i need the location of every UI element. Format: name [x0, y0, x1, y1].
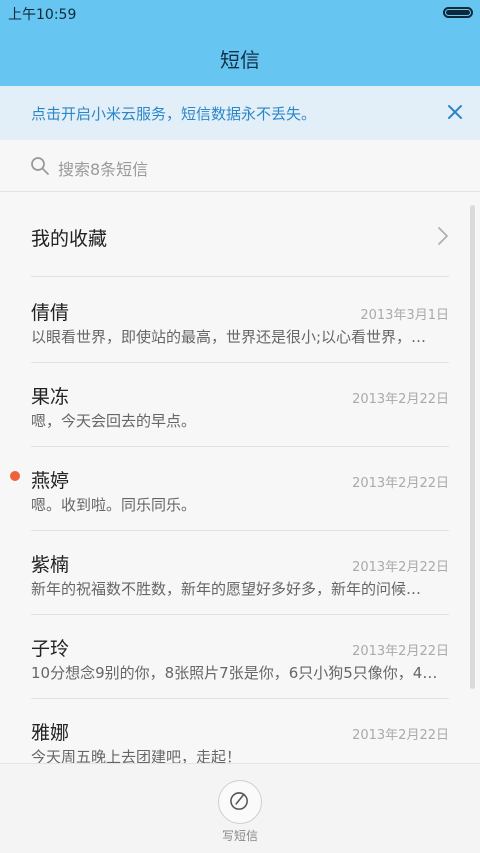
top-bar: 上午10:59 短信: [0, 0, 480, 86]
page-title: 短信: [220, 48, 260, 72]
search-input[interactable]: 搜索8条短信: [58, 156, 148, 180]
battery-icon: [443, 7, 473, 18]
compose-label: 写短信: [221, 829, 258, 843]
banner-text: 点击开启小米云服务，短信数据永不丢失。: [31, 105, 317, 123]
message-preview: 嗯。收到啦。同乐同乐。: [31, 496, 197, 514]
contact-name: 倩倩: [31, 302, 70, 324]
contact-name: 雅娜: [31, 722, 70, 744]
message-date: 2013年2月22日: [352, 476, 449, 491]
compose-button[interactable]: [218, 780, 262, 824]
search-bar[interactable]: 搜索8条短信: [0, 140, 480, 192]
search-icon: [31, 157, 49, 175]
message-date: 2013年3月1日: [360, 308, 449, 323]
message-date: 2013年2月22日: [352, 728, 449, 743]
unread-dot: [10, 471, 20, 481]
message-preview: 10分想念9别的你，8张照片7张是你，6只小狗5只像你，4…: [31, 664, 438, 682]
contact-name: 果冻: [31, 386, 70, 408]
message-row[interactable]: 倩倩 2013年3月1日以眼看世界，即使站的最高，世界还是很小;以心看世界，…: [31, 278, 449, 363]
bottom-bar: 写短信: [0, 763, 480, 853]
message-date: 2013年2月22日: [352, 392, 449, 407]
close-icon[interactable]: [446, 103, 464, 121]
message-preview: 新年的祝福数不胜数，新年的愿望好多好多，新年的问候…: [31, 580, 422, 598]
message-date: 2013年2月22日: [352, 560, 449, 575]
chevron-right-icon: [438, 227, 448, 245]
message-row[interactable]: 子玲 2013年2月22日 10分想念9别的你，8张照片7张是你，6只小狗5只像你，…: [31, 614, 449, 699]
favorites-label: 我的收藏: [31, 228, 108, 250]
message-preview: 以眼看世界，即使站的最高，世界还是很小;以心看世界，…: [31, 328, 427, 346]
status-time: 上午10:59: [8, 7, 77, 23]
contact-name: 燕婷: [31, 470, 70, 492]
message-row[interactable]: 果冻 2013年2月22日嗯，今天会回去的早点。: [31, 362, 449, 447]
contact-name: 紫楠: [31, 554, 70, 576]
favorites-item[interactable]: 我的收藏: [31, 198, 449, 277]
message-preview: 嗯，今天会回去的早点。: [31, 412, 197, 430]
cloud-service-banner[interactable]: 点击开启小米云服务，短信数据永不丢失。: [0, 86, 480, 140]
message-date: 2013年2月22日: [352, 644, 449, 659]
message-row[interactable]: 紫楠 2013年2月22日新年的祝福数不胜数，新年的愿望好多好多，新年的问候…: [31, 530, 449, 615]
contact-name: 子玲: [31, 638, 70, 660]
message-row[interactable]: 燕婷 2013年2月22日嗯。收到啦。同乐同乐。: [31, 446, 449, 531]
scrollbar[interactable]: [470, 205, 475, 689]
compose-icon: [230, 792, 248, 810]
